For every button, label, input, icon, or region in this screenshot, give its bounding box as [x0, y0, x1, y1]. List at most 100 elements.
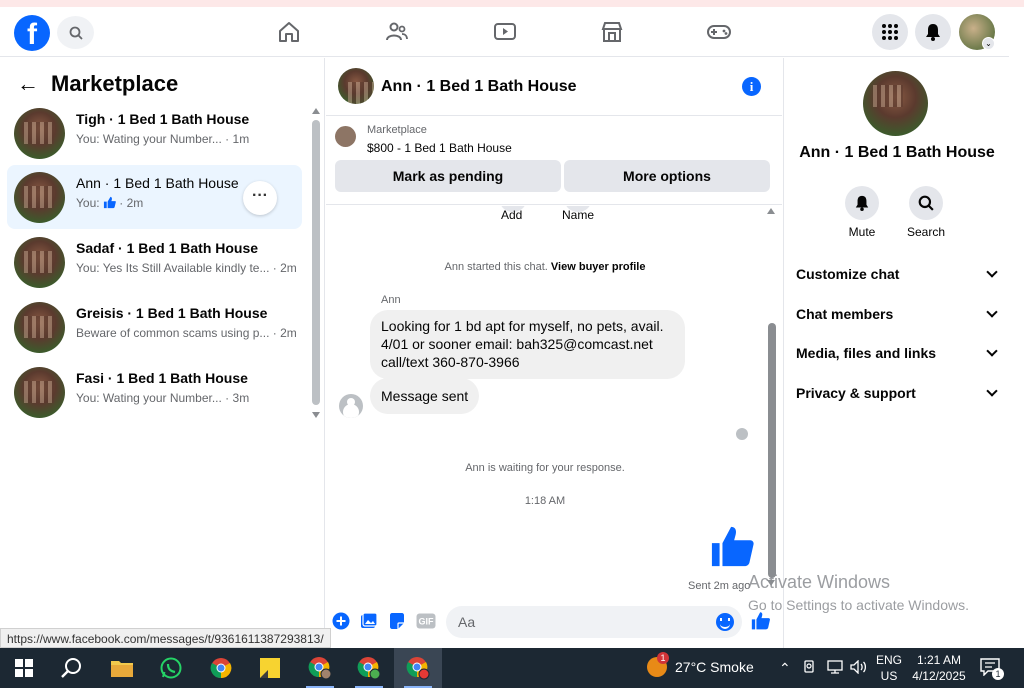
mute-label: Mute [848, 225, 876, 239]
search-conversation-button[interactable]: Search [901, 186, 951, 239]
avatar [14, 237, 65, 288]
avatar[interactable] [338, 68, 374, 104]
friends-icon[interactable] [384, 20, 410, 44]
scroll-up-arrow-icon[interactable] [312, 108, 320, 114]
start-button[interactable] [0, 648, 48, 688]
activate-windows-title: Activate Windows [748, 572, 891, 592]
network-icon[interactable] [827, 660, 843, 677]
back-arrow-icon[interactable]: ← [17, 71, 39, 97]
section-label: Customize chat [796, 266, 900, 282]
search-label: Search [906, 225, 946, 239]
file-explorer-icon[interactable] [98, 648, 146, 688]
message-scrollbar[interactable] [767, 208, 776, 586]
listing-thumbnail[interactable] [335, 126, 356, 147]
volume-icon[interactable] [850, 659, 868, 677]
conversation-item[interactable]: Tigh · 1 Bed 1 Bath House You: Wating yo… [7, 101, 302, 165]
privacy-support-section[interactable]: Privacy & support [796, 385, 998, 405]
scrollbar-thumb[interactable] [312, 120, 320, 405]
chat-title[interactable]: Ann · 1 Bed 1 Bath House [381, 78, 577, 96]
language-indicator[interactable]: ENG US [876, 652, 902, 684]
marketplace-icon[interactable] [599, 20, 625, 44]
sender-avatar[interactable] [339, 394, 363, 418]
plus-icon[interactable] [331, 611, 351, 631]
chrome-icon[interactable] [197, 648, 245, 688]
sticky-notes-icon[interactable] [246, 648, 294, 688]
more-options-button[interactable]: ··· [243, 181, 277, 215]
contact-avatar[interactable] [863, 71, 928, 136]
gif-icon[interactable]: GIF [416, 611, 436, 631]
thumbs-up-icon[interactable] [710, 524, 756, 575]
top-nav: f ⌄ [0, 7, 1009, 57]
chat-details-panel: Ann · 1 Bed 1 Bath House Mute Search Cus… [783, 58, 1009, 648]
chat-started-text: Ann started this chat. [444, 261, 548, 273]
clock-date: 4/12/2025 [912, 669, 966, 683]
watch-icon[interactable] [492, 20, 518, 44]
search-button[interactable] [57, 16, 94, 49]
scroll-up-arrow-icon[interactable] [767, 208, 775, 214]
more-options-button[interactable]: More options [564, 160, 770, 192]
sent-status: Sent 2m ago [688, 580, 751, 592]
clock[interactable]: 1:21 AM 4/12/2025 [912, 652, 966, 684]
home-icon[interactable] [276, 20, 302, 44]
scroll-down-arrow-icon[interactable] [312, 412, 320, 418]
emoji-icon[interactable] [716, 613, 734, 631]
thumbs-up-icon [103, 196, 116, 209]
conversation-name: Ann · 1 Bed 1 Bath House [76, 175, 239, 191]
contact-name: Ann · 1 Bed 1 Bath House [799, 144, 995, 161]
listing-card: Marketplace $800 - 1 Bed 1 Bath House Ma… [326, 117, 782, 205]
conversation-preview: You: · 2m [76, 196, 143, 210]
conversation-item[interactable]: Sadaf · 1 Bed 1 Bath House You: Yes Its … [7, 230, 302, 294]
message-sent-bubble[interactable]: Message sent [370, 378, 480, 414]
whatsapp-icon[interactable] [147, 648, 195, 688]
customize-chat-section[interactable]: Customize chat [796, 266, 998, 286]
search-taskbar-button[interactable] [48, 648, 96, 688]
chevron-up-icon[interactable]: ⌃ [779, 660, 791, 677]
view-buyer-profile-link[interactable]: View buyer profile [551, 261, 646, 273]
conversation-item-active[interactable]: Ann · 1 Bed 1 Bath House You: · 2m ··· [7, 165, 302, 229]
meet-now-icon[interactable] [803, 660, 817, 677]
bell-icon [855, 195, 869, 211]
gaming-icon[interactable] [706, 20, 732, 44]
listing-title[interactable]: $800 - 1 Bed 1 Bath House [367, 141, 512, 155]
chrome-profile-3-icon[interactable] [394, 648, 442, 688]
chevron-down-icon [986, 385, 998, 397]
scrollbar-thumb[interactable] [768, 323, 776, 578]
weather-text: 27°C Smoke [675, 659, 754, 675]
message-input[interactable]: Aa [446, 606, 742, 638]
conversation-name: Greisis · 1 Bed 1 Bath House [76, 305, 268, 321]
sticker-icon[interactable] [387, 611, 407, 631]
mark-as-pending-button[interactable]: Mark as pending [335, 160, 561, 192]
message-thread: Add Name Ann started this chat. View buy… [326, 206, 782, 606]
preview-suffix: · 2m [119, 196, 144, 210]
mute-button[interactable]: Mute [837, 186, 887, 239]
chrome-profile-2-icon[interactable] [345, 648, 393, 688]
page-scrollbar[interactable] [1009, 7, 1024, 648]
add-action-label[interactable]: Add [501, 208, 522, 222]
status-bar-url: https://www.facebook.com/messages/t/9361… [0, 628, 331, 648]
message-bubble[interactable]: Looking for 1 bd apt for myself, no pets… [370, 310, 685, 379]
message-line: 4/01 or sooner email: bah325@comcast.net [381, 336, 653, 352]
notifications-button[interactable] [915, 14, 951, 50]
conversation-item[interactable]: Fasi · 1 Bed 1 Bath House You: Wating yo… [7, 360, 302, 424]
send-like-icon[interactable] [751, 611, 771, 631]
name-action-label[interactable]: Name [562, 208, 594, 222]
avatar [14, 302, 65, 353]
chat-header: Ann · 1 Bed 1 Bath House i [326, 58, 782, 116]
avatar [14, 172, 65, 223]
conversation-list-scrollbar[interactable] [312, 108, 320, 418]
info-icon[interactable]: i [742, 77, 761, 96]
windows-logo-icon [15, 659, 33, 677]
facebook-logo[interactable]: f [14, 15, 50, 51]
photo-icon[interactable] [359, 611, 379, 631]
chevron-down-icon[interactable]: ⌄ [982, 37, 995, 50]
chevron-down-icon [986, 266, 998, 278]
conversation-item[interactable]: Greisis · 1 Bed 1 Bath House Beware of c… [7, 295, 302, 359]
search-icon [69, 26, 83, 40]
chrome-profile-1-icon[interactable] [296, 648, 344, 688]
composer: GIF Aa [326, 606, 782, 638]
weather-widget[interactable]: 1 27°C Smoke [647, 652, 754, 677]
media-files-links-section[interactable]: Media, files and links [796, 345, 998, 365]
menu-grid-button[interactable] [872, 14, 908, 50]
taskbar: 1 27°C Smoke ⌃ ENG US 1:21 AM 4/12/2025 … [0, 648, 1024, 688]
chat-members-section[interactable]: Chat members [796, 306, 998, 326]
